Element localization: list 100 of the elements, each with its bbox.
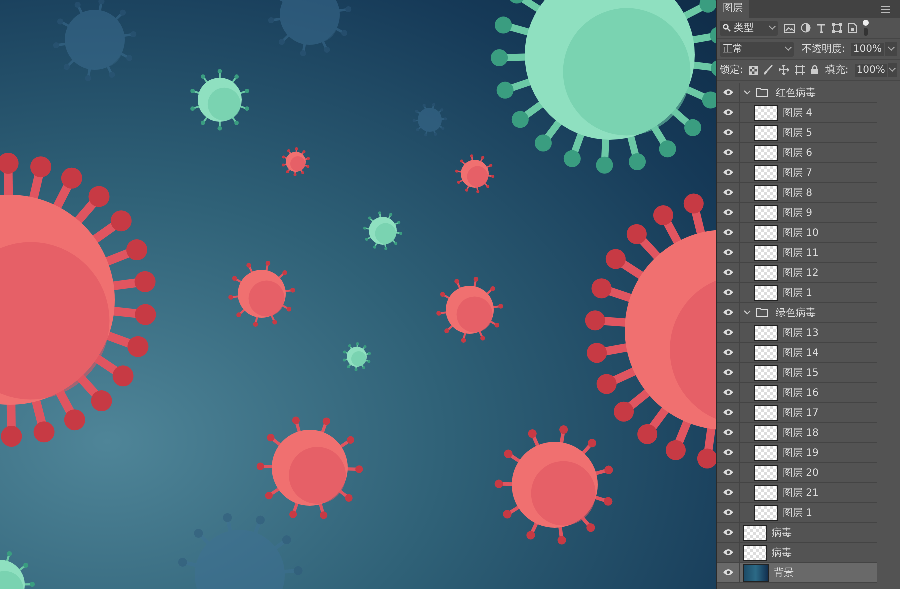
lock-transparency-icon[interactable] — [749, 66, 758, 74]
layer-thumbnail — [754, 344, 778, 360]
layer-row[interactable]: 图层 12 — [717, 263, 877, 283]
eye-icon[interactable] — [722, 429, 734, 436]
layer-row[interactable]: 图层 1 — [717, 503, 877, 523]
layer-thumbnail — [743, 544, 767, 560]
search-icon — [723, 24, 731, 32]
smart-object-filter-icon[interactable] — [848, 23, 857, 33]
layer-name: 图层 17 — [783, 406, 819, 420]
layer-row[interactable]: 红色病毒 — [717, 83, 877, 103]
eye-icon[interactable] — [722, 349, 734, 356]
layer-name: 图层 13 — [783, 326, 819, 340]
eye-icon[interactable] — [722, 89, 734, 96]
layer-row[interactable]: 图层 13 — [717, 323, 877, 343]
layer-row[interactable]: 图层 15 — [717, 363, 877, 383]
layer-row[interactable]: 图层 17 — [717, 403, 877, 423]
layer-row[interactable]: 图层 5 — [717, 123, 877, 143]
eye-icon[interactable] — [722, 129, 734, 136]
eye-icon[interactable] — [722, 249, 734, 256]
fill-dropdown-button[interactable] — [888, 63, 897, 77]
eye-icon[interactable] — [722, 309, 734, 316]
eye-icon[interactable] — [722, 149, 734, 156]
text-filter-icon[interactable] — [817, 24, 826, 32]
layer-row[interactable]: 图层 6 — [717, 143, 877, 163]
brush-icon[interactable] — [764, 65, 774, 75]
layer-row[interactable]: 图层 20 — [717, 463, 877, 483]
eye-icon[interactable] — [722, 549, 734, 556]
layer-name: 图层 14 — [783, 346, 819, 360]
layer-thumbnail — [754, 324, 778, 340]
layer-thumbnail — [743, 524, 767, 540]
layer-row[interactable]: 图层 19 — [717, 443, 877, 463]
eye-icon[interactable] — [722, 109, 734, 116]
layer-row[interactable]: 图层 10 — [717, 223, 877, 243]
layer-row[interactable]: 图层 1 — [717, 283, 877, 303]
layer-row[interactable]: 背景 — [717, 563, 877, 583]
layer-thumbnail — [754, 484, 778, 500]
layer-row[interactable]: 绿色病毒 — [717, 303, 877, 323]
layer-name: 图层 10 — [783, 226, 819, 240]
eye-icon[interactable] — [722, 569, 734, 576]
layer-row[interactable]: 图层 9 — [717, 203, 877, 223]
eye-icon[interactable] — [722, 289, 734, 296]
layer-name: 图层 8 — [783, 186, 813, 200]
layer-name: 图层 4 — [783, 106, 813, 120]
eye-icon[interactable] — [722, 389, 734, 396]
eye-icon[interactable] — [722, 449, 734, 456]
eye-icon[interactable] — [722, 409, 734, 416]
opacity-label: 不透明度: — [802, 42, 846, 56]
eye-icon[interactable] — [722, 229, 734, 236]
layer-thumbnail — [754, 464, 778, 480]
layer-name: 病毒 — [772, 546, 792, 560]
toggle-icon[interactable] — [863, 20, 869, 36]
layer-thumbnail — [754, 144, 778, 160]
eye-icon[interactable] — [722, 329, 734, 336]
eye-icon[interactable] — [722, 209, 734, 216]
layer-row[interactable]: 病毒 — [717, 523, 877, 543]
layer-thumbnail — [754, 224, 778, 240]
folder-icon — [756, 88, 768, 97]
opacity-field[interactable]: 100% — [851, 42, 884, 56]
layer-row[interactable]: 图层 18 — [717, 423, 877, 443]
layer-name: 背景 — [774, 566, 794, 580]
eye-icon[interactable] — [722, 489, 734, 496]
opacity-dropdown-button[interactable] — [885, 42, 897, 56]
chevron-icon[interactable] — [744, 309, 751, 316]
layer-row[interactable]: 图层 8 — [717, 183, 877, 203]
layer-name: 图层 1 — [783, 506, 813, 520]
transform-filter-icon[interactable] — [832, 23, 842, 33]
panel-tab[interactable]: 图层 — [717, 0, 749, 18]
artboard-icon[interactable] — [795, 65, 806, 75]
adjustment-filter-icon[interactable] — [801, 23, 811, 33]
eye-icon[interactable] — [722, 529, 734, 536]
fill-field[interactable]: 100% — [854, 64, 888, 76]
layer-thumbnail — [754, 424, 778, 440]
eye-icon[interactable] — [722, 369, 734, 376]
layer-name: 图层 11 — [783, 246, 819, 260]
layer-row[interactable]: 图层 16 — [717, 383, 877, 403]
layer-row[interactable]: 图层 4 — [717, 103, 877, 123]
layer-name: 图层 16 — [783, 386, 819, 400]
chevron-icon[interactable] — [744, 89, 751, 96]
lock-icon[interactable] — [811, 65, 820, 75]
move-icon[interactable] — [779, 65, 790, 75]
layer-thumbnail — [754, 124, 778, 140]
layer-row[interactable]: 图层 21 — [717, 483, 877, 503]
image-filter-icon[interactable] — [784, 24, 795, 32]
blend-mode-dropdown[interactable]: 正常 — [720, 42, 794, 56]
eye-icon[interactable] — [722, 169, 734, 176]
menu-icon[interactable] — [881, 6, 890, 12]
eye-icon[interactable] — [722, 469, 734, 476]
eye-icon[interactable] — [722, 189, 734, 196]
layer-thumbnail — [754, 264, 778, 280]
layer-thumbnail — [754, 444, 778, 460]
layer-name: 图层 6 — [783, 146, 813, 160]
layer-row[interactable]: 图层 14 — [717, 343, 877, 363]
layer-row[interactable]: 病毒 — [717, 543, 877, 563]
eye-icon[interactable] — [722, 269, 734, 276]
filter-dropdown[interactable]: 类型 — [720, 20, 778, 36]
layer-thumbnail — [754, 164, 778, 180]
layer-thumbnail — [754, 364, 778, 380]
layer-row[interactable]: 图层 7 — [717, 163, 877, 183]
layer-row[interactable]: 图层 11 — [717, 243, 877, 263]
eye-icon[interactable] — [722, 509, 734, 516]
